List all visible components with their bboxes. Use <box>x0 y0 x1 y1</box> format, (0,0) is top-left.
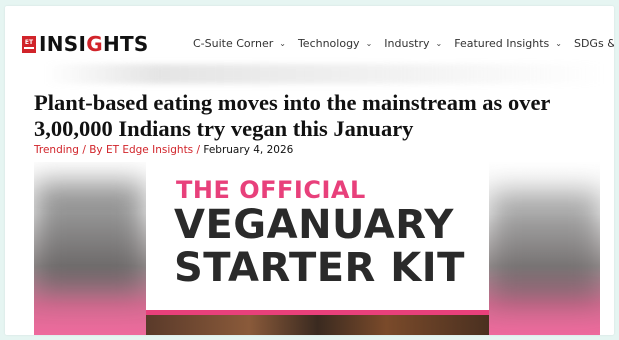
chevron-down-icon: ⌄ <box>555 39 562 48</box>
logo-text: INSIGHTS <box>39 32 149 56</box>
nav-item-technology[interactable]: Technology ⌄ <box>298 37 372 50</box>
article-meta: Trending / By ET Edge Insights / Februar… <box>34 144 294 156</box>
page-card: ET INSIGHTS C-Suite Corner ⌄ Technology ⌄ … <box>5 6 614 335</box>
hero-line-2: VEGANUARY <box>174 202 454 248</box>
article-date: February 4, 2026 <box>203 144 294 156</box>
nav-item-label: Featured Insights <box>454 37 550 50</box>
nav-item-label: Industry <box>384 37 430 50</box>
main-nav: C-Suite Corner ⌄ Technology ⌄ Industry ⌄ Fe… <box>193 37 614 50</box>
logo-badge: ET <box>22 35 36 53</box>
site-logo[interactable]: ET INSIGHTS <box>22 32 149 56</box>
site-header: ET INSIGHTS C-Suite Corner ⌄ Technology ⌄ … <box>5 6 614 84</box>
hero-line-1: THE OFFICIAL <box>176 176 366 204</box>
hero-poster: THE OFFICIAL VEGANUARY STARTER KIT <box>146 162 489 335</box>
author-link[interactable]: By ET Edge Insights <box>89 144 193 156</box>
nav-item-sdgs-esg[interactable]: SDGs & ESG <box>574 37 614 50</box>
chevron-down-icon: ⌄ <box>279 39 286 48</box>
nav-item-industry[interactable]: Industry ⌄ <box>384 37 442 50</box>
hero-photo-strip <box>146 315 489 335</box>
nav-item-featured-insights[interactable]: Featured Insights ⌄ <box>454 37 562 50</box>
chevron-down-icon: ⌄ <box>435 39 443 48</box>
nav-item-c-suite-corner[interactable]: C-Suite Corner ⌄ <box>193 37 286 50</box>
hero-line-3: STARTER KIT <box>174 245 465 291</box>
hero-image: THE OFFICIAL VEGANUARY STARTER KIT <box>34 162 600 335</box>
header-shadow <box>45 64 605 84</box>
category-link[interactable]: Trending <box>34 144 79 156</box>
nav-item-label: C-Suite Corner <box>193 37 274 50</box>
nav-item-label: Technology <box>297 37 360 50</box>
chevron-down-icon: ⌄ <box>365 39 373 48</box>
nav-item-label: SDGs & ESG <box>573 37 614 50</box>
article-title: Plant-based eating moves into the mainst… <box>34 90 551 141</box>
